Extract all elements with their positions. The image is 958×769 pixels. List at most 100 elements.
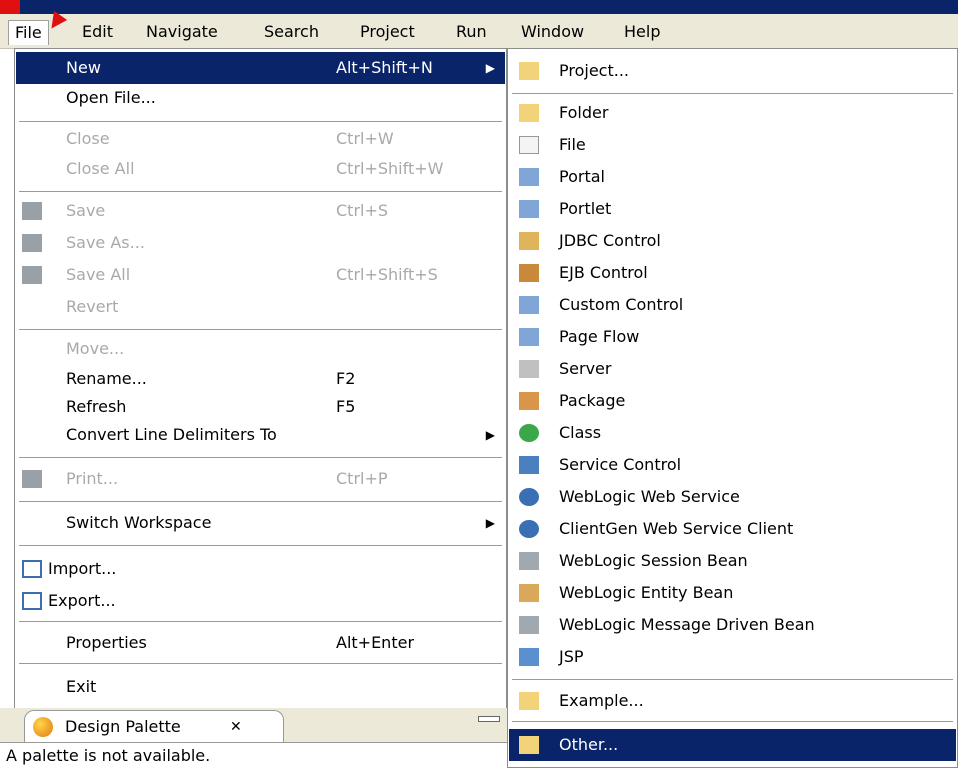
menu-item-label: Close All bbox=[66, 159, 135, 178]
submenu-item-label: JDBC Control bbox=[559, 231, 661, 250]
tab-label: Design Palette bbox=[65, 717, 181, 736]
menu-item-label: Convert Line Delimiters To bbox=[66, 425, 277, 444]
menu-window[interactable]: Window bbox=[515, 20, 590, 44]
page-flow-icon bbox=[519, 328, 539, 346]
submenu-item-other[interactable]: Other... bbox=[509, 729, 956, 761]
example-icon bbox=[519, 692, 539, 710]
submenu-item-page-flow[interactable]: Page Flow bbox=[509, 321, 956, 353]
submenu-item-label: WebLogic Web Service bbox=[559, 487, 740, 506]
submenu-item-package[interactable]: Package bbox=[509, 385, 956, 417]
menu-item-shortcut: Alt+Enter bbox=[336, 633, 415, 652]
save-as-icon bbox=[22, 234, 42, 252]
package-icon bbox=[519, 392, 539, 410]
submenu-item-label: Portlet bbox=[559, 199, 612, 218]
menu-item-label: Exit bbox=[66, 677, 97, 696]
menu-item-save-all[interactable]: Save All Ctrl+Shift+S bbox=[16, 259, 505, 291]
submenu-item-label: WebLogic Entity Bean bbox=[559, 583, 734, 602]
menu-edit[interactable]: Edit bbox=[76, 20, 119, 44]
design-palette-view: Design Palette ✕ A palette is not availa… bbox=[0, 708, 507, 768]
menu-item-shortcut: Ctrl+Shift+S bbox=[336, 265, 438, 284]
submenu-item-custom-control[interactable]: Custom Control bbox=[509, 289, 956, 321]
menu-item-open-file[interactable]: Open File... bbox=[16, 82, 505, 114]
menu-item-shortcut: Ctrl+S bbox=[336, 201, 389, 220]
submenu-item-label: JSP bbox=[559, 647, 584, 666]
submenu-item-portlet[interactable]: Portlet bbox=[509, 193, 956, 225]
menu-item-label: Print... bbox=[66, 469, 119, 488]
menu-item-save-as[interactable]: Save As... bbox=[16, 227, 505, 259]
session-bean-icon bbox=[519, 552, 539, 570]
menu-item-save[interactable]: Save Ctrl+S bbox=[16, 195, 505, 227]
submenu-arrow-icon: ▶ bbox=[485, 61, 495, 75]
submenu-item-ejb-control[interactable]: EJB Control bbox=[509, 257, 956, 289]
menu-separator bbox=[19, 457, 502, 459]
minimize-button[interactable] bbox=[478, 716, 500, 722]
menu-item-new[interactable]: New Alt+Shift+N ▶ bbox=[16, 52, 505, 84]
submenu-item-example[interactable]: Example... bbox=[509, 685, 956, 717]
menu-item-label: Move... bbox=[66, 339, 125, 358]
submenu-arrow-icon: ▶ bbox=[485, 428, 495, 442]
submenu-item-jsp[interactable]: JSP bbox=[509, 641, 956, 673]
menu-item-shortcut: Ctrl+W bbox=[336, 129, 394, 148]
menu-project[interactable]: Project bbox=[354, 20, 421, 44]
menu-separator bbox=[19, 663, 502, 665]
portal-icon bbox=[519, 168, 539, 186]
menu-item-label: Open File... bbox=[66, 88, 156, 107]
submenu-item-clientgen[interactable]: ClientGen Web Service Client bbox=[509, 513, 956, 545]
portlet-icon bbox=[519, 200, 539, 218]
menu-item-close-all[interactable]: Close All Ctrl+Shift+W bbox=[16, 153, 505, 185]
menu-item-switch-workspace[interactable]: Switch Workspace ▶ bbox=[16, 507, 505, 539]
menu-item-label: Export... bbox=[48, 591, 116, 610]
submenu-item-label: Server bbox=[559, 359, 612, 378]
web-service-client-icon bbox=[519, 520, 539, 538]
import-icon bbox=[22, 560, 42, 578]
menu-item-print[interactable]: Print... Ctrl+P bbox=[16, 463, 505, 495]
menu-separator bbox=[19, 329, 502, 331]
menu-separator bbox=[19, 545, 502, 547]
menu-separator bbox=[19, 501, 502, 503]
submenu-item-entity-bean[interactable]: WebLogic Entity Bean bbox=[509, 577, 956, 609]
title-bar bbox=[0, 0, 958, 14]
submenu-item-weblogic-web-service[interactable]: WebLogic Web Service bbox=[509, 481, 956, 513]
submenu-item-label: Portal bbox=[559, 167, 605, 186]
custom-control-icon bbox=[519, 296, 539, 314]
submenu-item-service-control[interactable]: Service Control bbox=[509, 449, 956, 481]
menu-search[interactable]: Search bbox=[258, 20, 325, 44]
menu-item-import[interactable]: Import... bbox=[16, 553, 505, 585]
submenu-item-label: Custom Control bbox=[559, 295, 684, 314]
menu-item-properties[interactable]: Properties Alt+Enter bbox=[16, 627, 505, 659]
tab-design-palette[interactable]: Design Palette ✕ bbox=[24, 710, 284, 743]
submenu-item-portal[interactable]: Portal bbox=[509, 161, 956, 193]
submenu-item-project[interactable]: Project... bbox=[509, 55, 956, 87]
submenu-item-label: Other... bbox=[559, 735, 619, 754]
submenu-item-label: Package bbox=[559, 391, 626, 410]
menu-file[interactable]: File bbox=[8, 20, 49, 45]
new-submenu: Project... Folder File Portal Portlet JD… bbox=[507, 48, 958, 768]
export-icon bbox=[22, 592, 42, 610]
submenu-item-file[interactable]: File bbox=[509, 129, 956, 161]
menu-item-label: Save As... bbox=[66, 233, 145, 252]
menu-separator bbox=[19, 191, 502, 193]
menu-item-export[interactable]: Export... bbox=[16, 585, 505, 617]
menu-navigate[interactable]: Navigate bbox=[140, 20, 224, 44]
submenu-item-message-driven-bean[interactable]: WebLogic Message Driven Bean bbox=[509, 609, 956, 641]
submenu-item-jdbc-control[interactable]: JDBC Control bbox=[509, 225, 956, 257]
file-icon bbox=[519, 136, 539, 154]
menu-item-move[interactable]: Move... bbox=[16, 333, 505, 365]
menu-item-label: Import... bbox=[48, 559, 117, 578]
menu-help[interactable]: Help bbox=[618, 20, 666, 44]
palette-message: A palette is not available. bbox=[0, 742, 507, 768]
service-control-icon bbox=[519, 456, 539, 474]
menu-item-revert[interactable]: Revert bbox=[16, 291, 505, 323]
menu-item-exit[interactable]: Exit bbox=[16, 671, 505, 703]
submenu-item-session-bean[interactable]: WebLogic Session Bean bbox=[509, 545, 956, 577]
menu-item-convert-line-delimiters[interactable]: Convert Line Delimiters To ▶ bbox=[16, 419, 505, 451]
submenu-item-class[interactable]: Class bbox=[509, 417, 956, 449]
menu-item-label: Save bbox=[66, 201, 106, 220]
submenu-item-folder[interactable]: Folder bbox=[509, 97, 956, 129]
submenu-item-label: Folder bbox=[559, 103, 609, 122]
menu-item-shortcut: Alt+Shift+N bbox=[336, 58, 433, 77]
menu-item-close[interactable]: Close Ctrl+W bbox=[16, 123, 505, 155]
submenu-item-server[interactable]: Server bbox=[509, 353, 956, 385]
close-icon[interactable]: ✕ bbox=[230, 711, 242, 743]
menu-run[interactable]: Run bbox=[450, 20, 493, 44]
